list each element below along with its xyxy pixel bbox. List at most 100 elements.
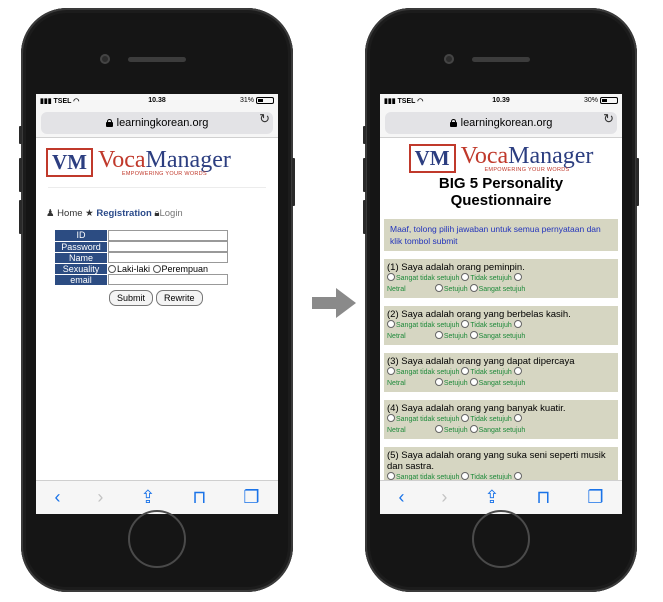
name-input[interactable] (108, 252, 228, 263)
address-bar-container: learningkorean.org ↻ (36, 108, 278, 138)
volume-down-button (363, 200, 366, 234)
back-icon[interactable]: ‹ (398, 487, 404, 508)
front-camera (444, 54, 454, 64)
name-label: Name (55, 252, 107, 264)
page-content: VM VocaManager EMPOWERING YOUR WORDS ♟ H… (36, 139, 278, 480)
radio-strongly-disagree[interactable] (387, 273, 395, 281)
option-label: Netral (387, 427, 406, 434)
user-icon: ♟ (46, 208, 55, 219)
id-label: ID (55, 230, 107, 242)
question-text: (1) Saya adalah orang peminpin. (387, 262, 525, 273)
back-icon[interactable]: ‹ (54, 487, 60, 508)
star-icon: ★ (85, 208, 94, 219)
option-label: Sangat setujuh (478, 286, 526, 293)
power-button (292, 158, 295, 206)
address-bar[interactable]: learningkorean.org (41, 112, 273, 134)
page-title: BIG 5 Personality Questionnaire (438, 175, 564, 209)
radio-agree[interactable] (434, 331, 443, 339)
radio-female[interactable] (152, 264, 161, 273)
question-list: (1) Saya adalah orang peminpin. Sangat ti… (380, 259, 622, 480)
question-text: (3) Saya adalah orang yang dapat diperca… (387, 356, 575, 367)
submit-button[interactable]: Submit (109, 289, 154, 306)
option-label: Setujuh (443, 286, 468, 293)
reload-icon[interactable]: ↻ (603, 111, 614, 127)
radio-neutral[interactable] (513, 273, 522, 281)
radio-strongly-disagree[interactable] (387, 367, 395, 375)
bookmarks-icon[interactable]: ⊓ (536, 487, 550, 508)
radio-agree[interactable] (434, 378, 443, 386)
radio-neutral[interactable] (513, 414, 522, 422)
answer-options: Sangat tidak setujuh Tidak setujuh Netra… (387, 273, 615, 295)
share-icon[interactable]: ⇪ (484, 487, 499, 508)
email-input[interactable] (108, 274, 228, 285)
radio-disagree[interactable] (461, 414, 470, 422)
battery-icon (256, 97, 274, 104)
validation-notice: Maaf, tolong pilih jawaban untuk semua p… (384, 219, 618, 251)
radio-disagree[interactable] (461, 273, 470, 281)
option-label: Tidak setujuh (470, 275, 512, 282)
radio-disagree[interactable] (461, 320, 470, 328)
radio-neutral[interactable] (513, 472, 522, 480)
answer-options: Sangat tidak setujuh Tidak setujuh Netra… (387, 414, 615, 436)
power-button (636, 158, 639, 206)
radio-disagree[interactable] (461, 472, 470, 480)
volume-up-button (19, 158, 22, 192)
forward-icon[interactable]: › (97, 487, 103, 508)
radio-strongly-disagree[interactable] (387, 472, 395, 480)
site-logo[interactable]: VM VocaManager EMPOWERING YOUR WORDS (36, 139, 278, 177)
radio-male[interactable] (108, 264, 116, 273)
screen-left: ▮▮▮ TSEL ◠ 10.38 31% learningkorean.org … (36, 94, 278, 514)
lock-icon (105, 119, 113, 127)
home-button[interactable] (472, 510, 530, 568)
password-input[interactable] (108, 241, 228, 252)
reload-icon[interactable]: ↻ (259, 111, 270, 127)
rewrite-button[interactable]: Rewrite (156, 289, 203, 306)
radio-strongly-agree[interactable] (469, 331, 478, 339)
mute-switch (19, 126, 22, 144)
email-label: email (55, 274, 107, 286)
nav-registration[interactable]: Registration (96, 208, 151, 219)
site-logo[interactable]: VM VocaManager EMPOWERING YOUR WORDS (380, 139, 622, 173)
radio-strongly-agree[interactable] (469, 284, 478, 292)
earpiece (472, 57, 530, 62)
lock-icon (449, 119, 457, 127)
question-item: (1) Saya adalah orang peminpin. Sangat ti… (384, 259, 618, 298)
battery: 31% (240, 97, 274, 104)
radio-female-label: Perempuan (161, 263, 209, 274)
phone-frame-left: ▮▮▮ TSEL ◠ 10.38 31% learningkorean.org … (19, 8, 295, 592)
tabs-icon[interactable]: ❐ (587, 487, 603, 508)
radio-disagree[interactable] (461, 367, 470, 375)
question-text: (4) Saya adalah orang yang banyak kuatir… (387, 403, 566, 414)
phone-frame-right: ▮▮▮ TSEL ◠ 10.39 30% learningkorean.org … (363, 8, 639, 592)
option-label: Setujuh (443, 333, 468, 340)
bookmarks-icon[interactable]: ⊓ (192, 487, 206, 508)
forward-icon[interactable]: › (441, 487, 447, 508)
battery-icon (600, 97, 618, 104)
share-icon[interactable]: ⇪ (140, 487, 155, 508)
logo-brand: VocaManager (460, 142, 594, 169)
radio-neutral[interactable] (513, 320, 522, 328)
front-camera (100, 54, 110, 64)
radio-strongly-agree[interactable] (469, 378, 478, 386)
home-button[interactable] (128, 510, 186, 568)
nav-home[interactable]: Home (57, 208, 82, 219)
question-item: (3) Saya adalah orang yang dapat diperca… (384, 353, 618, 392)
tabs-icon[interactable]: ❐ (243, 487, 259, 508)
radio-agree[interactable] (434, 425, 443, 433)
nav-login[interactable]: Login (159, 208, 182, 219)
volume-down-button (19, 200, 22, 234)
answer-options: Sangat tidak setujuh Tidak setujuh Netra… (387, 320, 615, 342)
radio-agree[interactable] (434, 284, 443, 292)
option-label: Netral (387, 380, 406, 387)
option-label: Sangat tidak setujuh (396, 275, 460, 282)
earpiece (128, 57, 186, 62)
radio-strongly-disagree[interactable] (387, 320, 395, 328)
radio-strongly-agree[interactable] (469, 425, 478, 433)
id-input[interactable] (108, 230, 228, 241)
option-label: Netral (387, 333, 406, 340)
answer-options: Sangat tidak setujuh Tidak setujuh Netra… (387, 472, 615, 480)
radio-strongly-disagree[interactable] (387, 414, 395, 422)
option-label: Tidak setujuh (470, 416, 512, 423)
address-bar[interactable]: learningkorean.org (385, 112, 617, 134)
radio-neutral[interactable] (513, 367, 522, 375)
